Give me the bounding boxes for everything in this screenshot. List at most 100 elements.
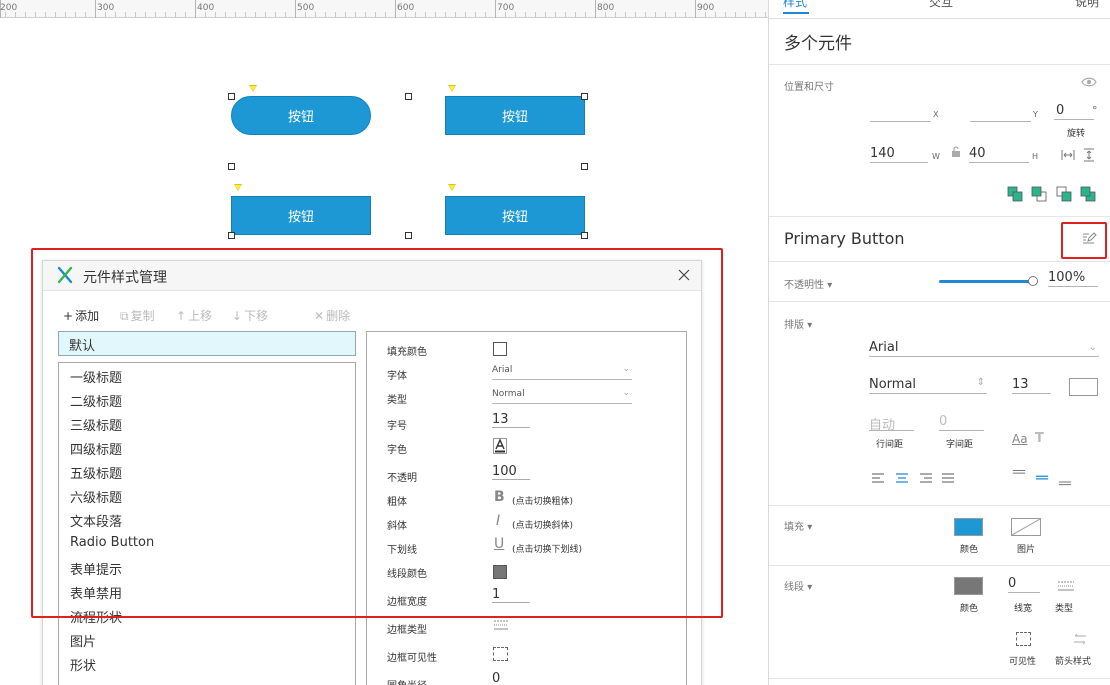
style-item[interactable]: 文本段落 bbox=[70, 511, 122, 530]
rotation-input[interactable]: 0 bbox=[1054, 103, 1094, 120]
corner-radius-input[interactable]: 0 bbox=[492, 671, 530, 685]
font-weight-select[interactable]: Normal ⇕ bbox=[869, 377, 987, 394]
align-right-icon[interactable] bbox=[919, 472, 933, 484]
prototype-button-1[interactable]: 按钮 bbox=[231, 96, 371, 135]
interaction-marker-icon bbox=[234, 184, 242, 191]
width-input[interactable]: 140 bbox=[870, 146, 928, 163]
font-size-input[interactable]: 13 bbox=[492, 412, 530, 428]
ruler-minor-tick bbox=[585, 12, 586, 17]
align-left-icon[interactable] bbox=[871, 472, 885, 484]
opacity-input[interactable]: 100 bbox=[492, 464, 530, 480]
ruler-minor-tick bbox=[765, 12, 766, 17]
opacity-slider-handle[interactable] bbox=[1028, 276, 1038, 286]
style-item[interactable]: 形状 bbox=[70, 655, 96, 674]
prototype-button-4[interactable]: 按钮 bbox=[445, 196, 585, 235]
ruler-minor-tick bbox=[265, 12, 266, 17]
valign-top-icon[interactable] bbox=[1012, 468, 1026, 480]
move-up-button[interactable]: ↑ 上移 bbox=[176, 307, 212, 324]
stroke-width-input[interactable]: 0 bbox=[1008, 576, 1040, 593]
style-item[interactable]: 图片 bbox=[70, 631, 96, 650]
fit-height-icon[interactable] bbox=[1082, 148, 1096, 162]
edit-style-icon[interactable] bbox=[1081, 230, 1097, 246]
style-item-default[interactable]: 默认 bbox=[58, 331, 356, 356]
style-item[interactable]: 三级标题 bbox=[70, 415, 122, 434]
resize-handle[interactable] bbox=[581, 163, 588, 170]
visibility-icon[interactable] bbox=[1016, 632, 1031, 646]
eye-icon[interactable] bbox=[1081, 76, 1097, 88]
font-color-swatch[interactable] bbox=[1069, 378, 1098, 396]
border-width-input[interactable]: 1 bbox=[492, 587, 530, 603]
x-input[interactable] bbox=[870, 105, 931, 122]
move-down-button[interactable]: ↓ 下移 bbox=[232, 307, 268, 324]
text-shadow-icon[interactable]: T bbox=[1035, 431, 1044, 446]
resize-handle[interactable] bbox=[581, 93, 588, 100]
style-item[interactable]: 流程形状 bbox=[70, 607, 122, 626]
chevron-updown-icon: ⌄ bbox=[622, 364, 630, 374]
prop-label-corner-radius: 圆角半径 bbox=[387, 677, 427, 685]
close-icon[interactable] bbox=[675, 266, 693, 284]
style-item[interactable]: 表单禁用 bbox=[70, 583, 122, 602]
opacity-slider[interactable] bbox=[939, 280, 1034, 283]
bring-forward-icon[interactable] bbox=[1031, 186, 1047, 202]
bring-to-front-icon[interactable] bbox=[1007, 186, 1023, 202]
arrow-style-icon[interactable] bbox=[1072, 632, 1088, 646]
tab-style[interactable]: 样式 bbox=[783, 0, 807, 10]
resize-handle[interactable] bbox=[228, 93, 235, 100]
ruler-minor-tick bbox=[145, 12, 146, 17]
font-size-input[interactable]: 13 bbox=[1012, 377, 1051, 394]
valign-middle-icon[interactable] bbox=[1035, 472, 1049, 484]
style-item[interactable]: 二级标题 bbox=[70, 391, 122, 410]
chevron-updown-icon: ⇕ bbox=[976, 377, 985, 388]
underline-icon[interactable]: U bbox=[494, 536, 504, 552]
style-item[interactable]: 六级标题 bbox=[70, 487, 122, 506]
valign-bottom-icon[interactable] bbox=[1058, 476, 1072, 488]
send-backward-icon[interactable] bbox=[1056, 186, 1072, 202]
opacity-input[interactable]: 100% bbox=[1048, 270, 1098, 287]
align-justify-icon[interactable] bbox=[941, 472, 955, 484]
line-color-swatch[interactable] bbox=[493, 565, 507, 579]
y-input[interactable] bbox=[970, 105, 1031, 122]
duplicate-style-button[interactable]: ⧉ 复制 bbox=[120, 307, 155, 324]
prototype-button-2[interactable]: 按钮 bbox=[445, 96, 585, 135]
stroke-type-icon[interactable] bbox=[1057, 580, 1075, 592]
ruler-minor-tick bbox=[245, 12, 246, 17]
border-visibility-icon[interactable] bbox=[493, 647, 508, 661]
font-family-select[interactable]: Arial ⌄ bbox=[869, 340, 1099, 357]
style-item[interactable]: 表单提示 bbox=[70, 559, 122, 578]
tab-notes[interactable]: 说明 bbox=[1075, 0, 1099, 10]
align-center-icon[interactable] bbox=[895, 472, 909, 484]
resize-handle[interactable] bbox=[405, 232, 412, 239]
resize-handle[interactable] bbox=[228, 232, 235, 239]
style-item[interactable]: Radio Button bbox=[70, 535, 154, 550]
font-type-select[interactable]: Normal ⌄ bbox=[492, 387, 632, 404]
send-to-back-icon[interactable] bbox=[1080, 186, 1096, 202]
lock-icon[interactable] bbox=[950, 146, 962, 158]
bold-icon[interactable]: B bbox=[494, 489, 505, 505]
height-input[interactable]: 40 bbox=[969, 146, 1029, 163]
resize-handle[interactable] bbox=[581, 232, 588, 239]
resize-handle[interactable] bbox=[405, 93, 412, 100]
prop-label-font-size: 字号 bbox=[387, 421, 407, 432]
fill-color-checkbox[interactable] bbox=[493, 342, 507, 356]
line-height-input[interactable]: 自动 bbox=[869, 414, 914, 433]
style-item[interactable]: 一级标题 bbox=[70, 367, 122, 386]
font-color-icon[interactable] bbox=[493, 438, 507, 454]
stroke-color-swatch[interactable] bbox=[954, 577, 983, 595]
italic-icon[interactable]: I bbox=[496, 513, 500, 529]
style-item[interactable]: 四级标题 bbox=[70, 439, 122, 458]
text-case-icon[interactable]: Aa bbox=[1012, 432, 1028, 446]
fill-color-swatch[interactable] bbox=[954, 518, 983, 536]
prototype-button-3[interactable]: 按钮 bbox=[231, 196, 371, 235]
resize-handle[interactable] bbox=[228, 163, 235, 170]
interaction-marker-icon bbox=[448, 85, 456, 92]
fill-image-icon[interactable] bbox=[1011, 518, 1041, 536]
add-style-button[interactable]: + 添加 bbox=[63, 307, 99, 324]
char-spacing-input[interactable]: 0 bbox=[939, 414, 984, 431]
fit-width-icon[interactable] bbox=[1061, 148, 1075, 162]
border-type-icon[interactable] bbox=[493, 619, 509, 631]
delete-style-button[interactable]: ✕ 删除 bbox=[314, 307, 350, 324]
style-item[interactable]: 五级标题 bbox=[70, 463, 122, 482]
font-select[interactable]: Arial ⌄ bbox=[492, 363, 632, 380]
prop-label-font: 字体 bbox=[387, 371, 407, 382]
tab-interaction[interactable]: 交互 bbox=[929, 0, 953, 10]
